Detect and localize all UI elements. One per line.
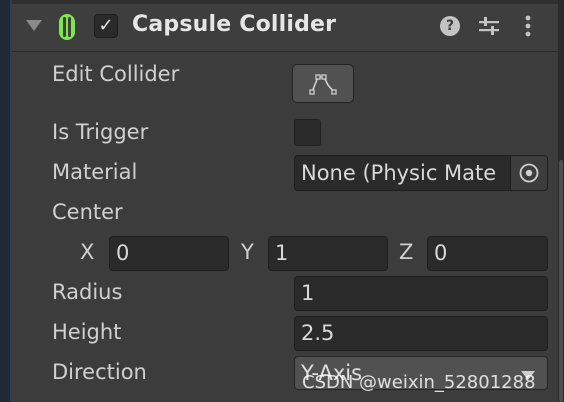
center-x-input[interactable]: 0: [109, 236, 229, 271]
hierarchy-edge: [0, 0, 12, 402]
material-object-field[interactable]: None (Physic Mate: [294, 155, 548, 191]
material-label: Material: [52, 160, 138, 184]
edit-collider-button[interactable]: [292, 64, 354, 103]
direction-label: Direction: [52, 360, 147, 384]
material-value: None (Physic Mate: [301, 161, 497, 185]
scrollbar-thumb[interactable]: [559, 160, 563, 402]
edit-collider-label: Edit Collider: [52, 62, 180, 86]
radius-input[interactable]: 1: [294, 276, 548, 311]
inspector-scrollbar[interactable]: [558, 0, 564, 402]
watermark: CSDN @weixin_52801288: [302, 372, 536, 393]
object-picker-button[interactable]: [510, 156, 547, 190]
center-z-label: Z: [399, 240, 414, 264]
height-input[interactable]: 2.5: [294, 316, 548, 351]
edit-collider-icon: [309, 74, 337, 95]
properties-body: Edit Collider Is Trigger Material None (…: [12, 0, 558, 402]
is-trigger-checkbox[interactable]: [294, 119, 321, 146]
is-trigger-label: Is Trigger: [52, 120, 149, 144]
center-y-input[interactable]: 1: [268, 236, 388, 271]
center-label: Center: [52, 200, 123, 224]
target-icon: [519, 163, 539, 183]
radius-label: Radius: [52, 280, 123, 304]
height-label: Height: [52, 320, 122, 344]
center-x-label: X: [80, 240, 95, 264]
center-z-input[interactable]: 0: [427, 236, 548, 271]
center-y-label: Y: [241, 240, 254, 264]
